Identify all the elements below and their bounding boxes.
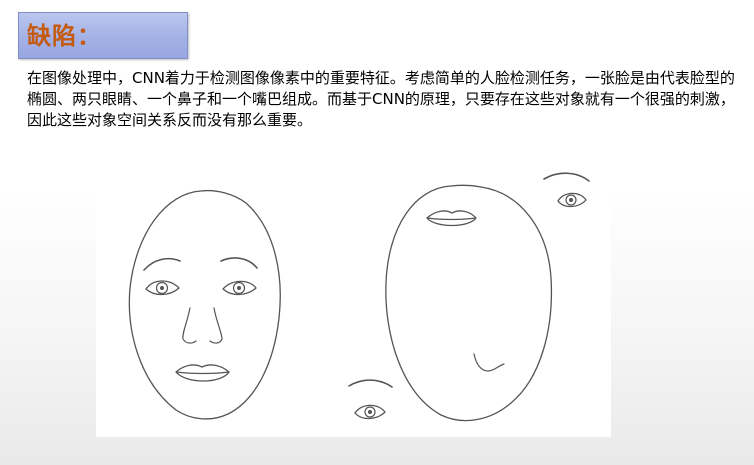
description-paragraph: 在图像处理中，CNN着力于检测图像像素中的重要特征。考虑简单的人脸检测任务，一张… — [27, 69, 735, 129]
face-comparison-figure — [96, 158, 611, 437]
scrambled-face-sketch — [348, 172, 590, 422]
left-face-eyebrow-right — [220, 257, 258, 269]
right-face-eyebrow-floating-bottom — [348, 379, 393, 388]
right-face-nose-misplaced — [473, 353, 505, 372]
left-face-mouth — [175, 364, 230, 382]
right-face-eyebrow-floating-top — [543, 172, 590, 182]
section-title: 缺陷： — [27, 22, 102, 50]
left-face-eyebrow-left — [143, 257, 181, 271]
section-title-box: 缺陷： — [18, 12, 188, 59]
normal-face-sketch — [128, 189, 281, 420]
left-face-nose — [182, 307, 223, 344]
face-sketches-illustration — [128, 172, 590, 422]
right-face-outline — [385, 184, 553, 422]
right-face-mouth-misplaced — [426, 210, 477, 227]
left-face-outline — [128, 189, 281, 420]
